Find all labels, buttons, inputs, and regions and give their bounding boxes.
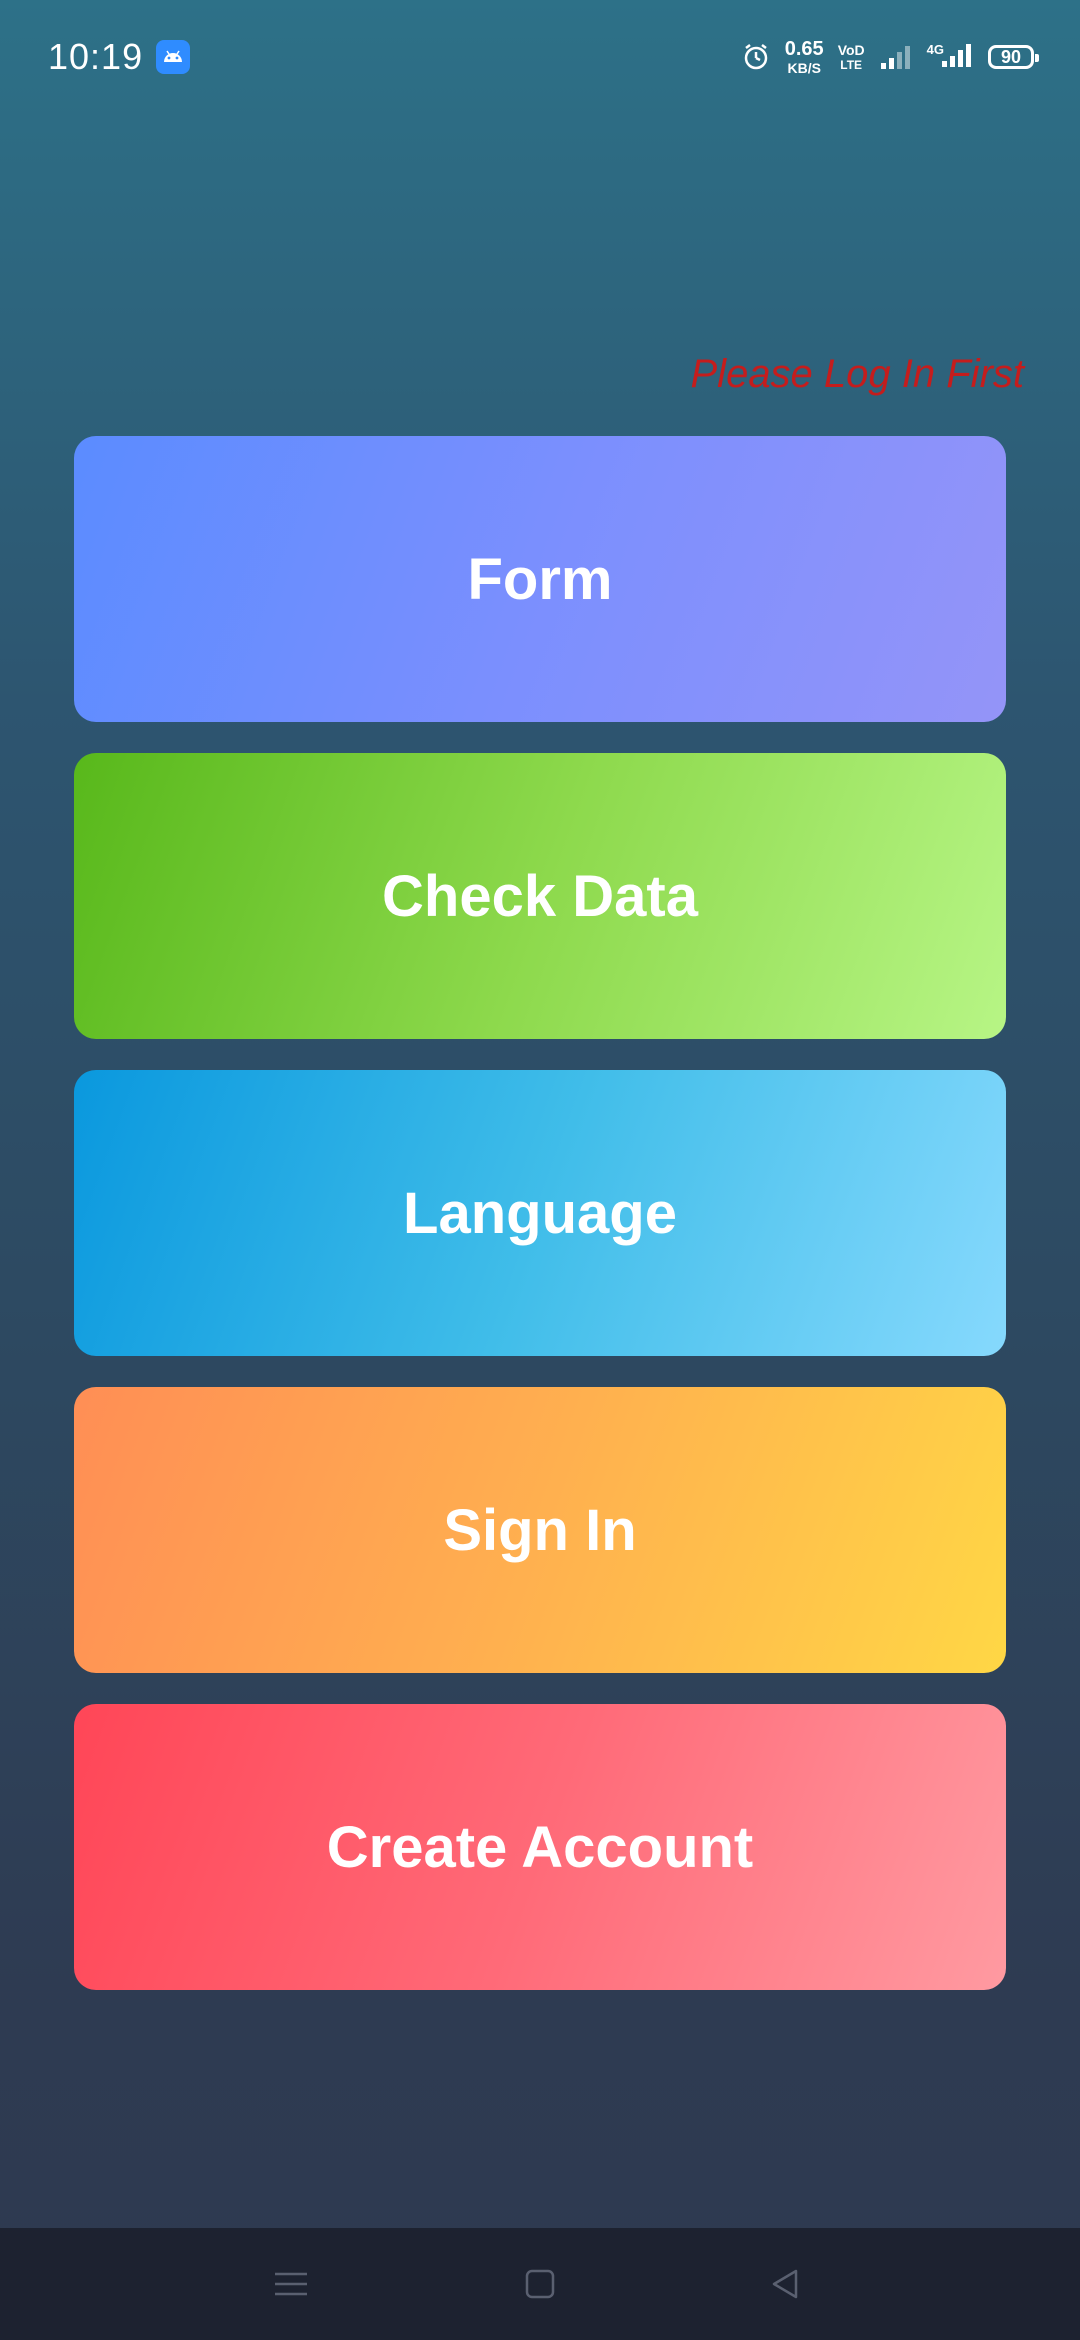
volte-bottom-label: LTE [840,58,863,72]
create-account-button-label: Create Account [326,1814,754,1880]
menu-icon[interactable] [263,2256,319,2312]
network-speed-value: 0.65 [784,38,824,60]
signal-1-icon [879,43,913,71]
login-notice: Please Log In First [690,352,1025,396]
network-speed: 0.65 KB/S [785,39,824,75]
alarm-icon [741,42,771,72]
home-icon[interactable] [512,2256,568,2312]
status-time: 10:19 [48,36,144,77]
create-account-button[interactable]: Create Account [74,1704,1006,1990]
form-button[interactable]: Form [74,436,1006,722]
form-button-label: Form [467,546,613,612]
main-menu: Form Check Data Language Sign In Create … [74,436,1006,2021]
sign-in-button-label: Sign In [443,1497,637,1563]
signal-2: 4G [927,41,974,74]
back-icon[interactable] [757,2256,813,2312]
volte-top-label: VoD [837,42,865,58]
android-notification-icon [156,40,190,74]
volte-indicator: VoD LTE [838,43,865,71]
language-button-label: Language [403,1180,677,1246]
status-bar: 10:19 0.65 KB/S VoD LTE 4G 90 [0,0,1080,120]
language-button[interactable]: Language [74,1070,1006,1356]
check-data-button-label: Check Data [382,863,698,929]
status-icons: 0.65 KB/S VoD LTE 4G 90 [741,34,1039,80]
navigation-bar [0,2228,1080,2340]
sign-in-button[interactable]: Sign In [74,1387,1006,1673]
signal-2-icon [940,41,974,74]
battery-icon: 90 [988,45,1039,69]
network-speed-unit: KB/S [787,60,821,76]
check-data-button[interactable]: Check Data [74,753,1006,1039]
battery-level: 90 [1000,46,1022,67]
